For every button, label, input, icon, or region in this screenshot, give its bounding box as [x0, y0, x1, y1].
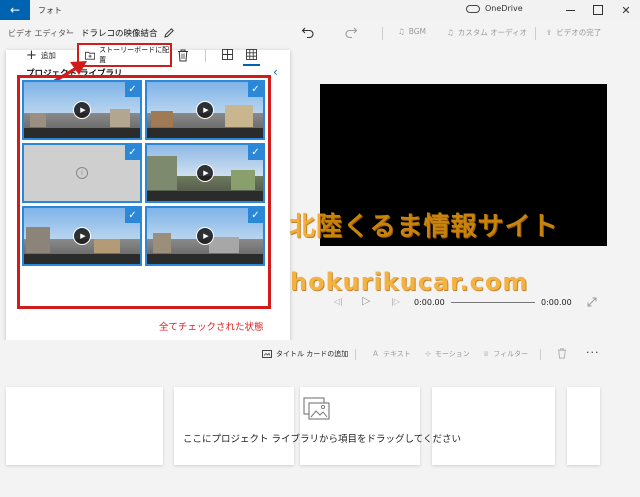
trash-icon[interactable]	[177, 49, 189, 62]
next-frame-button[interactable]: |▷	[391, 297, 400, 306]
minimize-button[interactable]	[556, 0, 584, 20]
collapse-chevron-icon[interactable]: ‹	[273, 65, 278, 79]
finish-video-button[interactable]: ⇪ ビデオの完了	[546, 27, 601, 38]
more-options-icon[interactable]: ···	[586, 346, 600, 359]
close-button[interactable]: ✕	[612, 0, 640, 20]
place-in-storyboard-label: ストーリーボードに配置	[99, 46, 170, 64]
media-placeholder-icon	[303, 397, 330, 420]
active-view-indicator	[243, 64, 260, 66]
filter-button[interactable]: ♕ フィルター	[483, 349, 528, 359]
annotation-caption: 全てチェックされた状態	[159, 322, 264, 333]
breadcrumb-video-editor[interactable]: ビデオ エディター	[8, 28, 74, 39]
previous-frame-button[interactable]: ◁|	[334, 297, 343, 306]
watermark-site-name: 北陸くるま情報サイト	[289, 212, 559, 242]
place-in-storyboard-button[interactable]: ストーリーボードに配置	[77, 43, 172, 67]
checkbox-checked-icon[interactable]: ✓	[125, 208, 140, 223]
current-time: 0:00.00	[414, 298, 445, 307]
back-button[interactable]: ←	[0, 0, 30, 20]
title-bar: ← フォト OneDrive ✕	[0, 0, 640, 20]
library-clip-3[interactable]: i ✓	[22, 143, 142, 203]
play-icon[interactable]: ▶	[196, 227, 214, 245]
checkbox-checked-icon[interactable]: ✓	[248, 208, 263, 223]
text-button[interactable]: Ａ テキスト	[372, 349, 411, 359]
storyboard-slot	[6, 387, 163, 465]
pencil-icon[interactable]	[163, 27, 175, 39]
music-note-icon: ♫	[398, 27, 405, 36]
library-clip-6[interactable]: ▶ ✓	[145, 206, 265, 266]
undo-icon[interactable]	[301, 25, 315, 39]
text-label: テキスト	[383, 350, 411, 358]
checkbox-checked-icon[interactable]: ✓	[248, 82, 263, 97]
play-icon[interactable]: ▶	[73, 101, 91, 119]
title-card-icon	[262, 350, 272, 358]
finish-video-label: ビデオの完了	[556, 28, 602, 37]
onedrive-status[interactable]: OneDrive	[466, 4, 523, 13]
plus-icon: +	[26, 47, 37, 63]
motion-icon: ⊹	[425, 350, 431, 358]
library-clip-grid: ▶ ✓ ▶ ✓ i ✓ ▶ ✓ ▶ ✓ ▶ ✓	[22, 80, 266, 304]
info-icon: i	[76, 167, 88, 179]
motion-button[interactable]: ⊹ モーション	[425, 349, 470, 359]
small-grid-view-icon[interactable]	[246, 49, 257, 60]
motion-label: モーション	[434, 350, 470, 358]
toolbar-divider	[535, 27, 536, 40]
storyboard-trash-icon[interactable]	[557, 348, 567, 359]
fullscreen-icon[interactable]	[587, 297, 597, 307]
export-icon: ⇪	[546, 28, 553, 37]
checkbox-checked-icon[interactable]: ✓	[248, 145, 263, 160]
storyboard-divider	[355, 349, 356, 360]
photos-video-editor-window: ← フォト OneDrive ✕ ビデオ エディター › ドラレコの映像結合 ♫…	[0, 0, 640, 497]
onedrive-label: OneDrive	[485, 4, 523, 13]
library-clip-2[interactable]: ▶ ✓	[145, 80, 265, 140]
app-title: フォト	[38, 6, 62, 15]
storyboard-divider	[540, 349, 541, 360]
preview-play-button[interactable]: ▷	[362, 294, 370, 307]
large-grid-view-icon[interactable]	[222, 49, 233, 60]
storyboard-slot	[567, 387, 600, 465]
library-toolbar-divider	[205, 49, 206, 62]
redo-icon[interactable]	[344, 25, 358, 39]
seek-bar[interactable]	[451, 302, 535, 303]
music-note-icon: ♫	[447, 28, 454, 37]
back-arrow-icon: ←	[9, 3, 21, 17]
library-clip-4[interactable]: ▶ ✓	[145, 143, 265, 203]
play-icon[interactable]: ▶	[73, 227, 91, 245]
play-icon[interactable]: ▶	[196, 164, 214, 182]
library-clip-1[interactable]: ▶ ✓	[22, 80, 142, 140]
filter-label: フィルター	[493, 350, 529, 358]
storyboard-slot	[432, 387, 555, 465]
text-icon: Ａ	[372, 350, 379, 358]
breadcrumb-separator: ›	[66, 26, 70, 37]
filter-icon: ♕	[483, 350, 490, 358]
add-title-card-label: タイトル カードの追加	[276, 350, 349, 358]
custom-audio-button[interactable]: ♫ カスタム オーディオ	[447, 27, 527, 38]
total-time: 0:00.00	[541, 298, 572, 307]
storyboard-slot	[174, 387, 294, 465]
maximize-button[interactable]	[584, 0, 612, 20]
project-name[interactable]: ドラレコの映像結合	[78, 24, 161, 45]
custom-audio-label: カスタム オーディオ	[457, 28, 528, 37]
checkbox-checked-icon[interactable]: ✓	[125, 145, 140, 160]
bgm-label: BGM	[408, 27, 427, 36]
library-clip-5[interactable]: ▶ ✓	[22, 206, 142, 266]
add-title-card-button[interactable]: タイトル カードの追加	[262, 349, 348, 359]
toolbar-divider	[382, 27, 383, 40]
cloud-icon	[466, 4, 480, 13]
play-icon[interactable]: ▶	[196, 101, 214, 119]
bgm-button[interactable]: ♫ BGM	[398, 27, 426, 36]
watermark-site-url: hokurikucar.com	[290, 268, 529, 296]
checkbox-checked-icon[interactable]: ✓	[125, 82, 140, 97]
storyboard-drop-hint: ここにプロジェクト ライブラリから項目をドラッグしてください	[183, 434, 461, 445]
